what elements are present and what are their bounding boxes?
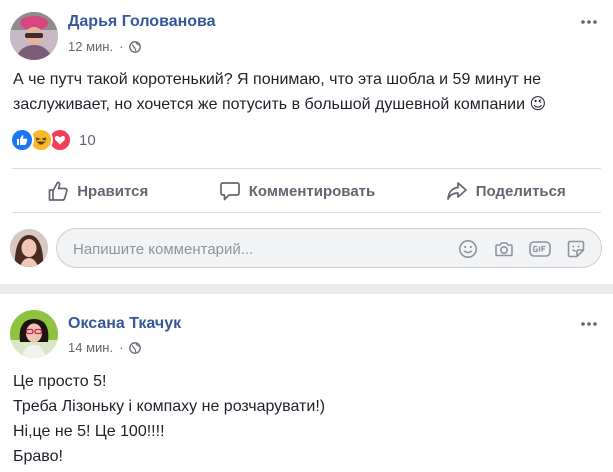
avatar[interactable] — [10, 229, 48, 267]
comment-label: Комментировать — [248, 182, 376, 200]
more-options-icon[interactable] — [579, 314, 599, 334]
reaction-count[interactable]: 10 — [79, 132, 96, 149]
comment-tools — [457, 238, 587, 260]
like-label: Нравится — [77, 182, 149, 200]
post-text-line: Це просто 5! — [13, 373, 107, 390]
avatar-image — [10, 229, 48, 267]
post-text: А че путч такой коротенький? Я понимаю, … — [13, 67, 546, 117]
comment-box[interactable] — [56, 228, 602, 269]
post-time[interactable]: 14 мин. — [68, 340, 113, 355]
comment-icon — [219, 182, 240, 201]
reactions-summary[interactable]: 10 — [10, 128, 96, 152]
like-icon — [10, 128, 34, 152]
post-text-line: заслуживает, но хочется же потусить в бо… — [13, 96, 547, 113]
avatar-image — [10, 310, 58, 358]
post-text: Це просто 5! Треба Лізоньку і компаху не… — [13, 369, 325, 469]
post-text-line: А че путч такой коротенький? Я понимаю, … — [13, 71, 542, 88]
post-meta: 12 мин. · — [68, 39, 142, 54]
more-options-icon[interactable] — [579, 12, 599, 32]
post-text-line: Треба Лізоньку і компаху не розчарувати!… — [13, 398, 326, 415]
emoji-icon[interactable] — [457, 238, 479, 260]
like-button[interactable]: Нравится — [47, 180, 148, 202]
share-icon — [446, 182, 467, 200]
gif-icon[interactable] — [529, 238, 551, 260]
comment-input[interactable] — [71, 229, 445, 269]
comment-button[interactable]: Комментировать — [219, 180, 376, 202]
sticker-icon[interactable] — [565, 238, 587, 260]
thumbs-up-icon — [48, 181, 69, 201]
avatar[interactable] — [10, 310, 58, 358]
divider — [12, 168, 601, 169]
post-card: Оксана Ткачук 14 мин. · Це просто 5! Тре… — [0, 294, 613, 472]
share-button[interactable]: Поделиться — [446, 180, 566, 202]
post-text-line: Ні,це не 5! Це 100!!!! — [13, 423, 165, 440]
globe-icon — [129, 40, 142, 53]
post-author[interactable]: Оксана Ткачук — [68, 315, 181, 333]
avatar-image — [10, 12, 58, 60]
post-actions: Нравится Комментировать Поделиться — [12, 172, 601, 210]
post-card: Дарья Голованова 12 мин. · А че путч так… — [0, 0, 613, 284]
post-text-line: Браво! — [13, 448, 63, 465]
share-label: Поделиться — [475, 182, 566, 200]
post-time[interactable]: 12 мин. — [68, 39, 113, 54]
camera-icon[interactable] — [493, 238, 515, 260]
post-meta: 14 мин. · — [68, 340, 142, 355]
avatar[interactable] — [10, 12, 58, 60]
post-author[interactable]: Дарья Голованова — [68, 13, 216, 31]
globe-icon — [129, 341, 142, 354]
divider — [12, 212, 601, 213]
